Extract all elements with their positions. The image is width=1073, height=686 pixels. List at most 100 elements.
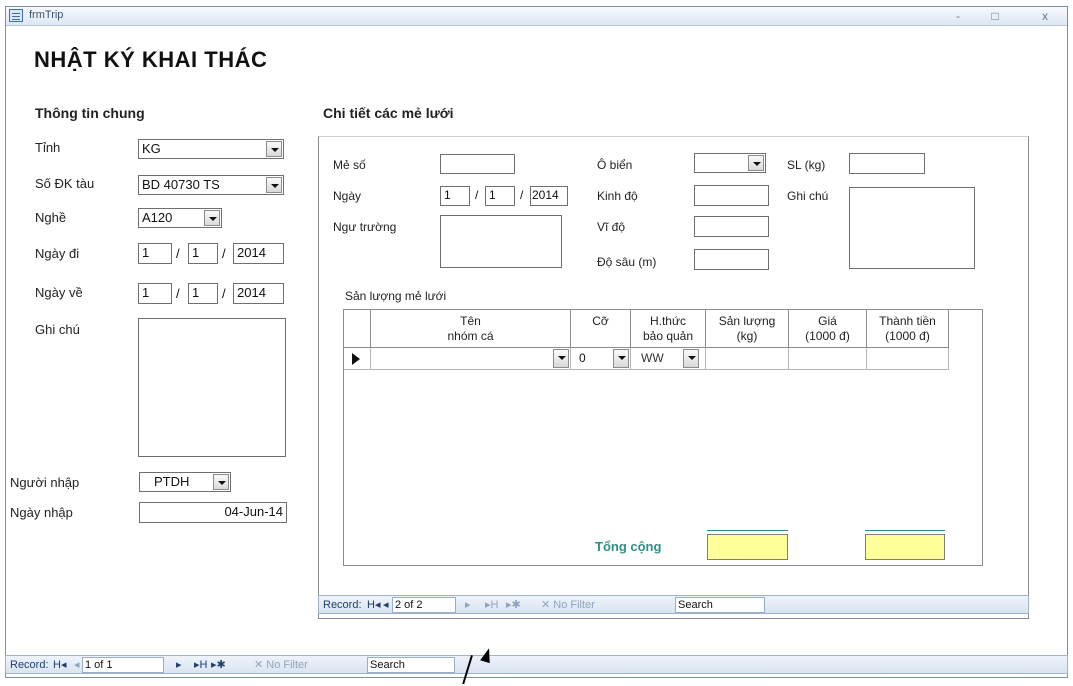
chevron-down-icon[interactable]	[553, 349, 569, 368]
species-cell[interactable]	[371, 348, 571, 370]
column-header-amount[interactable]: Sản lượng (kg)	[706, 310, 789, 348]
chevron-down-icon[interactable]	[266, 141, 282, 157]
last-record-icon[interactable]: ▸H	[485, 598, 498, 612]
depart-year-field[interactable]: 2014	[233, 243, 284, 264]
last-record-icon[interactable]: ▸H	[194, 658, 207, 672]
depth-field[interactable]	[694, 249, 769, 270]
next-record-icon[interactable]: ▸	[176, 658, 182, 672]
window-title: frmTrip	[29, 9, 64, 21]
quantity-label: SL (kg)	[787, 158, 826, 172]
chevron-down-icon[interactable]	[613, 349, 629, 368]
preservation-value: WW	[641, 351, 664, 365]
header-line: Sản lượng	[718, 314, 776, 328]
haul-section-title: Chi tiết các mẻ lưới	[323, 105, 454, 121]
record-position-field[interactable]: 1 of 1	[82, 657, 164, 673]
longitude-field[interactable]	[694, 185, 769, 206]
column-header-size[interactable]: Cỡ	[571, 310, 631, 348]
column-header-species[interactable]: Tên nhóm cá	[371, 310, 571, 348]
depth-label: Độ sâu (m)	[597, 255, 657, 269]
maximize-button[interactable]: □	[986, 9, 1004, 23]
catch-table-label: Sản lượng mẻ lưới	[345, 289, 447, 303]
note-label: Ghi chú	[35, 322, 80, 337]
subform-record-navigator: Record: H◂ ◂ 2 of 2 ▸ ▸H ▸✱ ✕ No Filter …	[318, 595, 1029, 614]
date-separator: /	[176, 286, 180, 301]
total-cell[interactable]	[867, 348, 949, 370]
latitude-field[interactable]	[694, 216, 769, 237]
record-position-field[interactable]: 2 of 2	[392, 597, 456, 613]
entered-by-select[interactable]: PTDH	[139, 472, 231, 492]
main-record-navigator: Record: H◂ ◂ 1 of 1 ▸ ▸H ▸✱ ✕ No Filter …	[5, 655, 1068, 674]
quantity-field[interactable]	[849, 153, 925, 174]
header-line: bảo quản	[642, 329, 694, 343]
grand-total-label: Tổng cộng	[595, 539, 662, 554]
search-input[interactable]: Search	[675, 597, 765, 613]
fishing-ground-field[interactable]	[440, 215, 562, 268]
form-icon	[9, 9, 23, 22]
page-title: NHẬT KÝ KHAI THÁC	[34, 47, 268, 72]
record-selector[interactable]	[344, 348, 371, 370]
record-selector-header	[344, 310, 371, 348]
first-record-icon[interactable]: H◂	[367, 598, 380, 612]
date-separator: /	[176, 246, 180, 261]
date-separator: /	[222, 286, 226, 301]
province-select[interactable]: KG	[138, 139, 284, 159]
total-rule	[707, 530, 788, 531]
column-header-price[interactable]: Giá (1000 đ)	[789, 310, 867, 348]
province-value: KG	[142, 141, 161, 156]
first-record-icon[interactable]: H◂	[53, 658, 66, 672]
amount-cell[interactable]	[706, 348, 789, 370]
latitude-label: Vĩ độ	[597, 220, 626, 234]
entered-by-value: PTDH	[154, 474, 190, 489]
no-filter-label: No Filter	[266, 659, 308, 671]
depart-day-field[interactable]: 1	[138, 243, 172, 264]
catch-table: Tên nhóm cá Cỡ H.thức bảo quản Sản lượng…	[343, 309, 983, 566]
previous-record-icon[interactable]: ◂	[383, 598, 389, 612]
chevron-down-icon[interactable]	[748, 155, 764, 171]
registration-label: Số ĐK tàu	[35, 176, 95, 191]
header-line: Cỡ	[592, 314, 609, 328]
chevron-down-icon[interactable]	[683, 349, 699, 368]
new-record-icon[interactable]: ▸✱	[506, 598, 521, 612]
haul-note-field[interactable]	[849, 187, 975, 269]
column-header-total[interactable]: Thành tiền (1000 đ)	[867, 310, 949, 348]
return-month-field[interactable]: 1	[188, 283, 218, 304]
haul-no-field[interactable]	[440, 154, 515, 174]
general-section-title: Thông tin chung	[35, 105, 145, 121]
preservation-cell[interactable]: WW	[631, 348, 706, 370]
chevron-down-icon[interactable]	[266, 177, 282, 193]
price-cell[interactable]	[789, 348, 867, 370]
depart-label: Ngày đi	[35, 246, 80, 261]
haul-day-field[interactable]: 1	[440, 186, 470, 206]
gear-value: A120	[142, 210, 173, 225]
header-line: H.thức	[649, 314, 687, 328]
gear-select[interactable]: A120	[138, 208, 222, 228]
size-cell[interactable]: 0	[571, 348, 631, 370]
new-record-icon[interactable]: ▸✱	[211, 658, 226, 672]
depart-month-field[interactable]: 1	[188, 243, 218, 264]
entry-date-field[interactable]: 04-Jun-14	[139, 502, 287, 523]
return-day-field[interactable]: 1	[138, 283, 172, 304]
total-rule	[865, 530, 945, 531]
column-header-preservation[interactable]: H.thức bảo quản	[631, 310, 706, 348]
no-filter-button[interactable]: ✕ No Filter	[541, 598, 595, 612]
return-label: Ngày về	[35, 285, 83, 300]
date-separator: /	[222, 246, 226, 261]
fishing-ground-label: Ngư trường	[333, 220, 397, 234]
minimize-button[interactable]: ‑	[949, 9, 967, 23]
close-button[interactable]: x	[1036, 9, 1054, 23]
haul-month-field[interactable]: 1	[485, 186, 515, 206]
header-line: Tên	[460, 314, 481, 328]
no-filter-button[interactable]: ✕ No Filter	[254, 658, 308, 672]
search-input[interactable]: Search	[367, 657, 455, 673]
entry-date-label: Ngày nhập	[10, 505, 73, 520]
size-value: 0	[579, 351, 586, 365]
note-field[interactable]	[138, 318, 286, 457]
chevron-down-icon[interactable]	[204, 210, 220, 226]
sea-square-select[interactable]	[694, 153, 766, 173]
registration-select[interactable]: BD 40730 TS	[138, 175, 284, 195]
previous-record-icon[interactable]: ◂	[74, 658, 80, 672]
next-record-icon[interactable]: ▸	[465, 598, 471, 612]
haul-year-field[interactable]: 2014	[530, 186, 568, 206]
return-year-field[interactable]: 2014	[233, 283, 284, 304]
chevron-down-icon[interactable]	[213, 474, 229, 490]
